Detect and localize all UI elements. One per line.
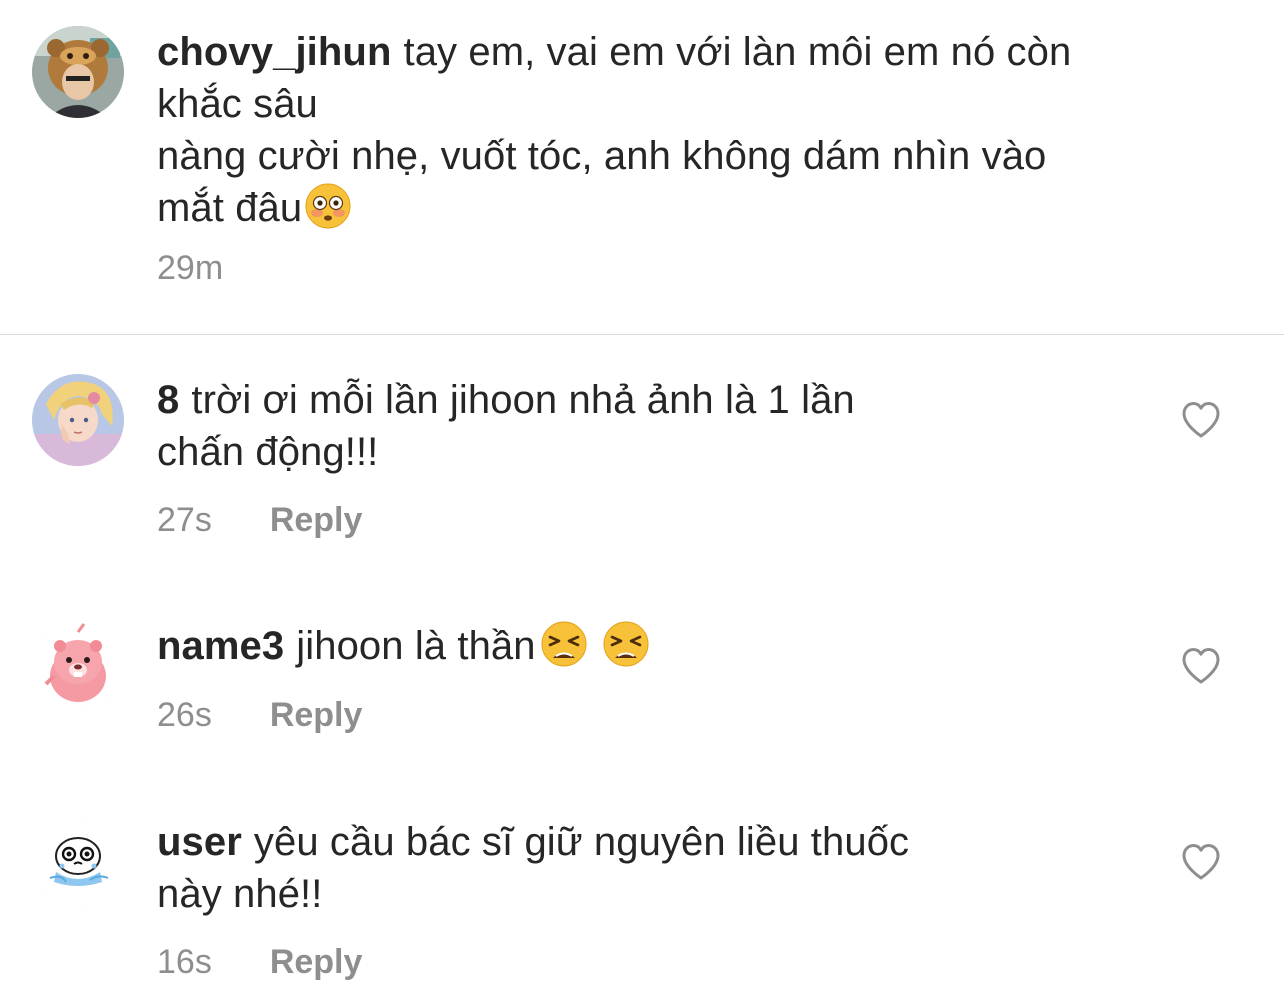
comment-avatar[interactable] — [32, 816, 124, 908]
flushed-face-emoji-icon — [304, 182, 352, 230]
caption-line: mắt đâu — [157, 186, 303, 230]
caption-timestamp: 29m — [157, 249, 224, 287]
comment-username[interactable]: user — [157, 820, 242, 864]
comment-line: yêu cầu bác sĩ giữ nguyên liều thuốc — [253, 820, 910, 864]
tired-face-emoji-icon — [540, 620, 588, 668]
comment-line: trời ơi mỗi lần jihoon nhả ảnh là 1 lần — [191, 378, 855, 422]
caption-divider — [0, 334, 1284, 335]
tired-face-emoji-icon — [602, 620, 650, 668]
heart-outline-icon[interactable] — [1180, 646, 1222, 686]
reply-button[interactable]: Reply — [270, 696, 363, 734]
caption-text: chovy_jihun tay em, vai em với làn môi em… — [157, 26, 1217, 234]
comment-meta: 26s Reply — [157, 695, 362, 735]
comment-meta: 16s Reply — [157, 942, 362, 982]
comment-timestamp: 27s — [157, 501, 212, 539]
comment-timestamp: 26s — [157, 696, 212, 734]
caption-username[interactable]: chovy_jihun — [157, 30, 391, 74]
comment-avatar[interactable] — [32, 374, 124, 466]
caption-line: khắc sâu — [157, 82, 318, 126]
heart-outline-icon[interactable] — [1180, 400, 1222, 440]
comment-line: jihoon là thần — [296, 624, 536, 668]
comment-avatar[interactable] — [32, 620, 124, 712]
comment-username[interactable]: name3 — [157, 624, 284, 668]
caption-author-avatar[interactable] — [32, 26, 124, 118]
comment-line: chấn động!!! — [157, 430, 379, 474]
heart-outline-icon[interactable] — [1180, 842, 1222, 882]
comment-timestamp: 16s — [157, 943, 212, 981]
post-caption: chovy_jihun tay em, vai em với làn môi em… — [0, 0, 1284, 335]
comment-text: user yêu cầu bác sĩ giữ nguyên liều thuốc… — [157, 816, 1137, 920]
caption-line: nàng cười nhẹ, vuốt tóc, anh không dám n… — [157, 134, 1047, 178]
reply-button[interactable]: Reply — [270, 943, 363, 981]
comment-username[interactable]: 8 — [157, 378, 179, 422]
caption-line: tay em, vai em với làn môi em nó còn — [403, 30, 1072, 74]
comment-text: name3 jihoon là thần — [157, 620, 1137, 672]
comment-text: 8 trời ơi mỗi lần jihoon nhả ảnh là 1 lần… — [157, 374, 1137, 478]
caption-meta: 29m — [157, 248, 223, 288]
comment-line: này nhé!! — [157, 872, 323, 916]
comment-meta: 27s Reply — [157, 500, 362, 540]
reply-button[interactable]: Reply — [270, 501, 363, 539]
